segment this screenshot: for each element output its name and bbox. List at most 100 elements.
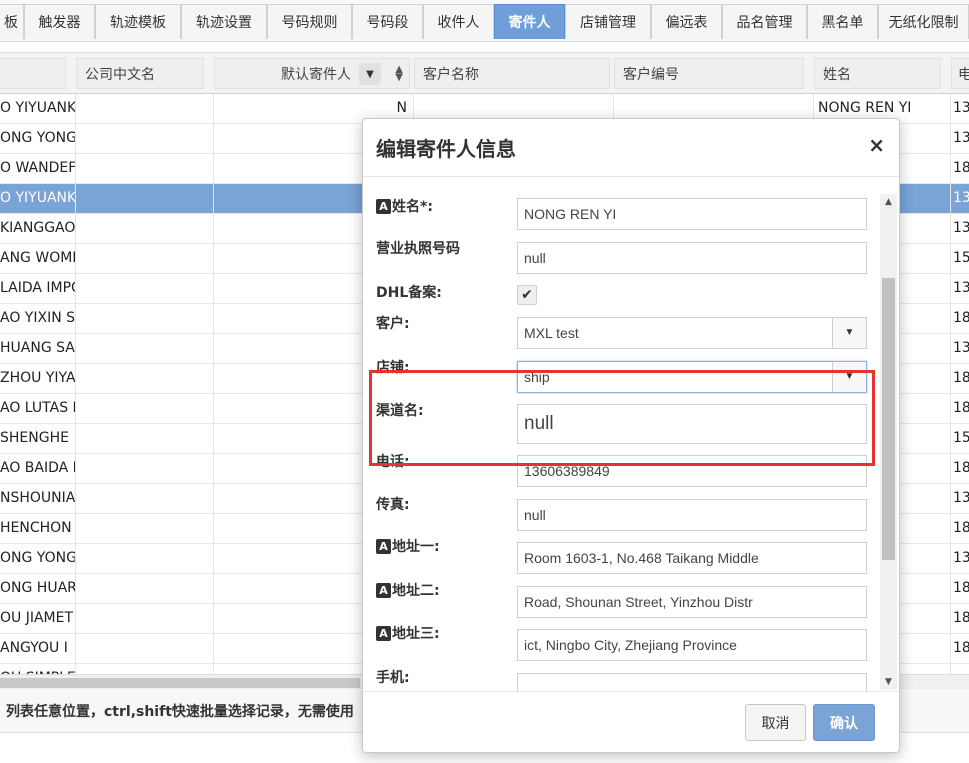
tab-remote-table[interactable]: 偏远表 — [651, 4, 722, 39]
table-cell — [76, 454, 214, 484]
translate-a-icon: A — [376, 198, 391, 214]
table-cell — [76, 304, 214, 334]
name-label: A 姓名*: — [376, 196, 433, 216]
tab-trigger[interactable]: 触发器 — [24, 4, 95, 39]
shop-label: 店铺: — [376, 360, 410, 376]
address3-label: A 地址三: — [376, 623, 440, 643]
table-cell — [951, 664, 969, 674]
table-cell: 13 — [953, 280, 969, 296]
table-cell: O WANDEFU — [0, 154, 76, 184]
chevron-down-icon[interactable]: ▼ — [832, 318, 866, 348]
table-cell: 18 — [953, 580, 969, 596]
dhl-checkbox[interactable]: ✔ — [517, 285, 537, 305]
grid-header: 公司中文名 默认寄件人 ▼ ▲▼ 客户名称 客户编号 姓名 电 — [0, 52, 969, 94]
tab-blacklist[interactable]: 黑名单 — [807, 4, 878, 39]
table-cell: O YIYUANKA — [0, 94, 76, 124]
column-header-company-en[interactable] — [0, 58, 66, 89]
table-cell: 18 — [953, 640, 969, 656]
address3-field[interactable]: ict, Ningbo City, Zhejiang Province — [517, 629, 867, 661]
column-header-customer-name[interactable]: 客户名称 — [414, 58, 610, 89]
address2-field[interactable]: Road, Shounan Street, Yinzhou Distr — [517, 586, 867, 618]
dialog-body: A 姓名*: NONG REN YI 营业执照号码 null DHL备案: ✔ 客… — [363, 178, 899, 691]
scrollbar-thumb[interactable] — [0, 678, 360, 688]
sort-updown-icon[interactable]: ▲ ▼ — [395, 65, 403, 83]
table-cell — [76, 604, 214, 634]
table-cell — [76, 94, 214, 124]
table-cell: 13 — [953, 490, 969, 506]
column-header-customer-code[interactable]: 客户编号 — [614, 58, 804, 89]
table-cell — [76, 634, 214, 664]
mobile-field[interactable] — [517, 673, 867, 691]
table-cell: 18 — [953, 520, 969, 536]
table-cell: 18 — [953, 160, 969, 176]
phone-field[interactable]: 13606389849 — [517, 455, 867, 487]
dialog-title: 编辑寄件人信息 — [376, 137, 516, 161]
scroll-down-icon[interactable]: ▼ — [880, 674, 897, 690]
customer-select[interactable]: MXL test ▼ — [517, 317, 867, 349]
cancel-button[interactable]: 取消 — [745, 704, 806, 741]
tab-recipient[interactable]: 收件人 — [423, 4, 494, 39]
translate-a-icon: A — [376, 625, 391, 641]
table-cell: 13 — [953, 220, 969, 236]
column-menu-icon[interactable]: ▼ — [359, 63, 381, 85]
table-cell: 18 — [953, 310, 969, 326]
chevron-down-icon[interactable]: ▼ — [832, 362, 866, 392]
translate-a-icon: A — [376, 582, 391, 598]
tab-track-template[interactable]: 轨迹模板 — [95, 4, 181, 39]
customer-label: 客户: — [376, 316, 410, 332]
dialog-header: 编辑寄件人信息 × — [363, 119, 899, 177]
table-cell: AO BAIDA M — [0, 454, 76, 484]
table-cell: O YIYUANKA — [0, 184, 76, 214]
tab-board[interactable]: 板 — [0, 4, 24, 39]
table-cell: 15 — [953, 250, 969, 266]
fax-field[interactable]: null — [517, 499, 867, 531]
scrollbar-thumb[interactable] — [882, 278, 895, 560]
table-cell: ZHOU YIYA — [0, 364, 76, 394]
column-header-company-cn[interactable]: 公司中文名 — [76, 58, 204, 89]
table-cell: 13 — [953, 130, 969, 146]
table-cell: ANG WOMI — [0, 244, 76, 274]
address2-label: A 地址二: — [376, 580, 440, 600]
table-cell: HUANG SA — [0, 334, 76, 364]
table-cell: 18 — [953, 460, 969, 476]
table-cell: ANGYOU I — [0, 634, 76, 664]
address1-field[interactable]: Room 1603-1, No.468 Taikang Middle — [517, 542, 867, 574]
close-icon[interactable]: × — [868, 133, 885, 157]
column-header-default-sender[interactable]: 默认寄件人 ▼ ▲ ▼ — [214, 58, 410, 89]
tab-product-names[interactable]: 品名管理 — [722, 4, 807, 39]
tab-sender[interactable]: 寄件人 — [494, 4, 565, 39]
table-cell — [76, 394, 214, 424]
scroll-up-icon[interactable]: ▲ — [880, 194, 897, 210]
tab-paperless-limit[interactable]: 无纸化限制 — [878, 4, 969, 39]
table-cell: AO LUTAS II — [0, 394, 76, 424]
table-cell: KIANGGAO — [0, 214, 76, 244]
confirm-button[interactable]: 确认 — [813, 704, 875, 741]
table-cell — [76, 574, 214, 604]
channel-label: 渠道名: — [376, 403, 424, 419]
table-cell — [76, 484, 214, 514]
tab-track-settings[interactable]: 轨迹设置 — [181, 4, 267, 39]
tab-number-rules[interactable]: 号码规则 — [267, 4, 352, 39]
dialog-footer: 取消 确认 — [363, 691, 899, 752]
license-field[interactable]: null — [517, 242, 867, 274]
table-cell: 18 — [953, 400, 969, 416]
channel-field[interactable]: null — [517, 404, 867, 444]
phone-label: 电话: — [376, 454, 410, 470]
table-cell — [76, 514, 214, 544]
table-cell: ONG YONG — [0, 544, 76, 574]
table-cell: LAIDA IMPO — [0, 274, 76, 304]
column-sort-control[interactable]: ▼ ▲ ▼ — [359, 62, 403, 86]
tab-number-range[interactable]: 号码段 — [352, 4, 423, 39]
column-header-name[interactable]: 姓名 — [814, 58, 941, 89]
column-header-phone[interactable]: 电 — [951, 58, 969, 89]
dialog-vertical-scrollbar[interactable]: ▲ ▼ — [880, 194, 897, 690]
shop-select[interactable]: ship ▼ — [517, 361, 867, 393]
table-cell: 13 — [953, 100, 969, 116]
table-cell: OU SIMPLE — [0, 664, 76, 674]
table-cell: ONG HUAR — [0, 574, 76, 604]
table-cell — [76, 424, 214, 454]
table-cell: NSHOUNIA — [0, 484, 76, 514]
tab-shop-management[interactable]: 店铺管理 — [565, 4, 651, 39]
name-field[interactable]: NONG REN YI — [517, 198, 867, 230]
table-cell — [76, 214, 214, 244]
